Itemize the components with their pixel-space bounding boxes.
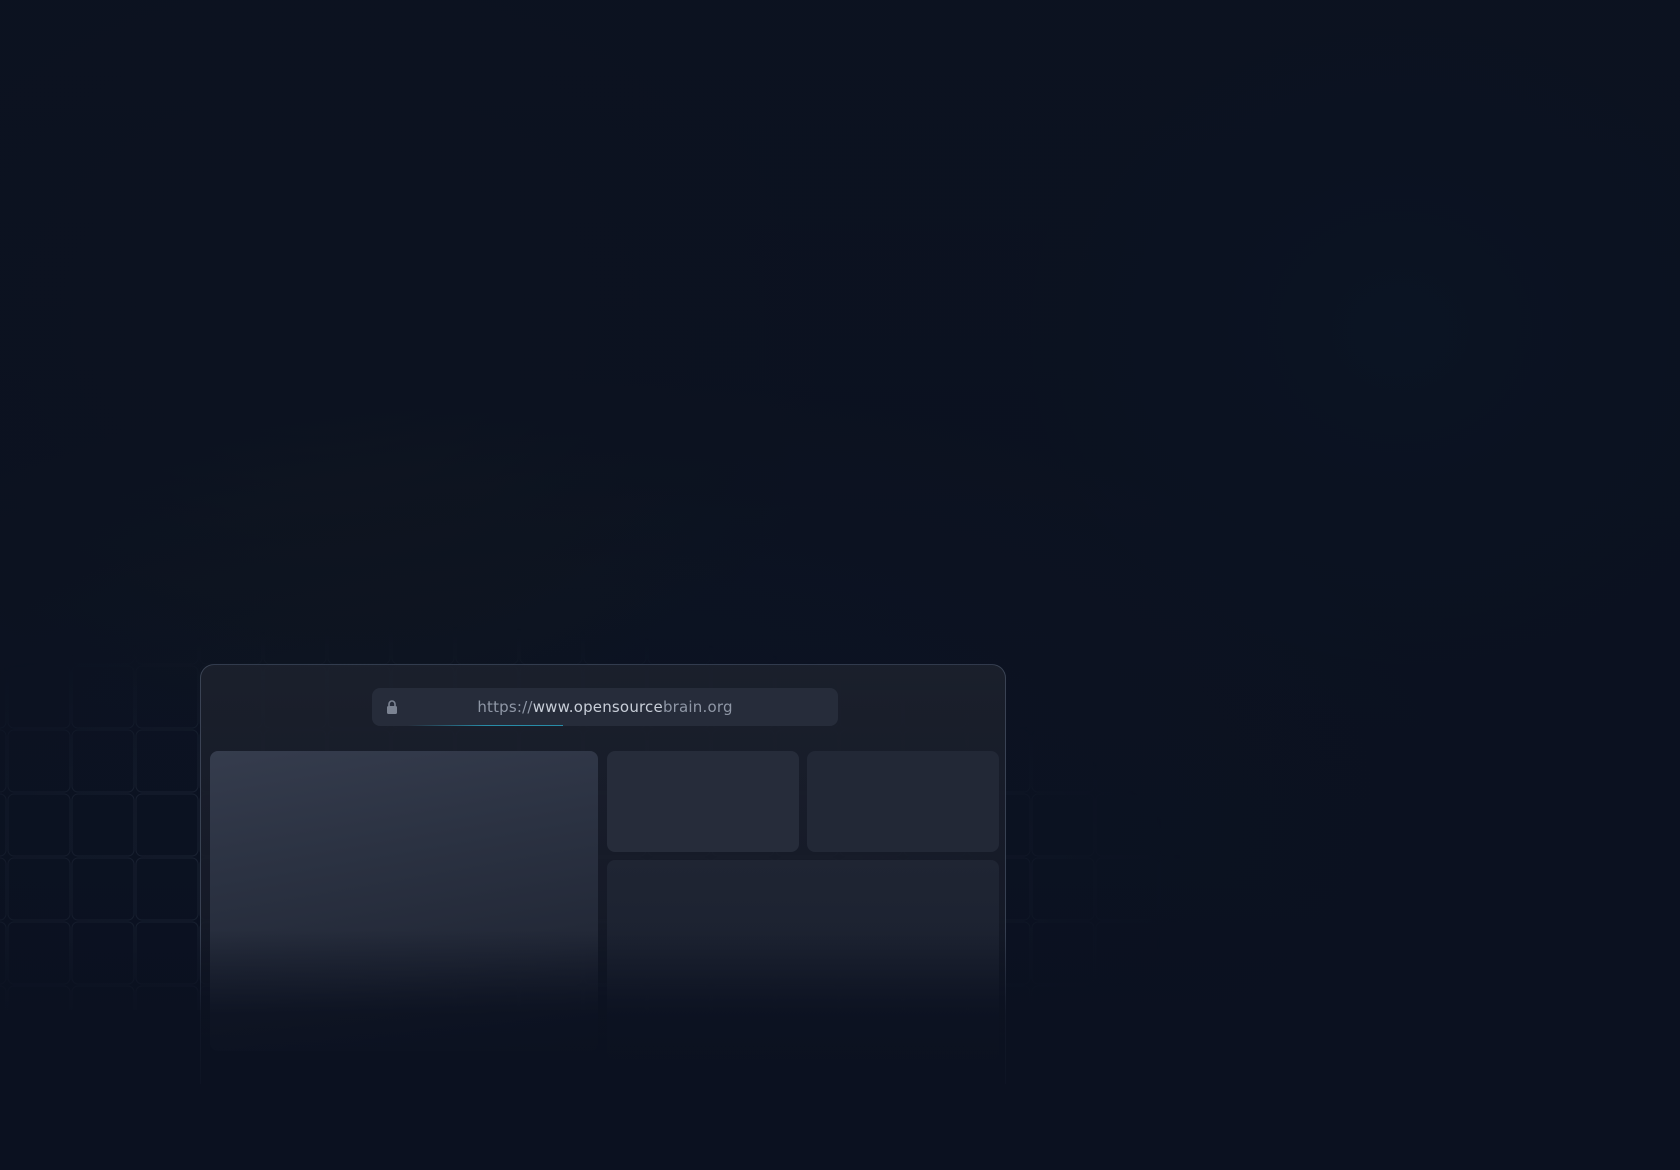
url-tld: .org	[702, 698, 733, 716]
url-text: https://www.opensourcebrain.org	[372, 698, 838, 716]
url-subdomain: www.	[532, 698, 574, 716]
url-domain: opensource	[573, 698, 663, 716]
hero-background: https://www.opensourcebrain.org	[0, 0, 1680, 1170]
address-bar[interactable]: https://www.opensourcebrain.org	[372, 688, 838, 726]
bottom-fade	[0, 930, 1680, 1170]
loading-indicator	[408, 725, 563, 726]
content-card-top-left	[607, 751, 799, 852]
url-protocol: https://	[477, 698, 533, 716]
url-domain-rest: brain	[662, 698, 703, 716]
content-card-top-right	[807, 751, 999, 852]
